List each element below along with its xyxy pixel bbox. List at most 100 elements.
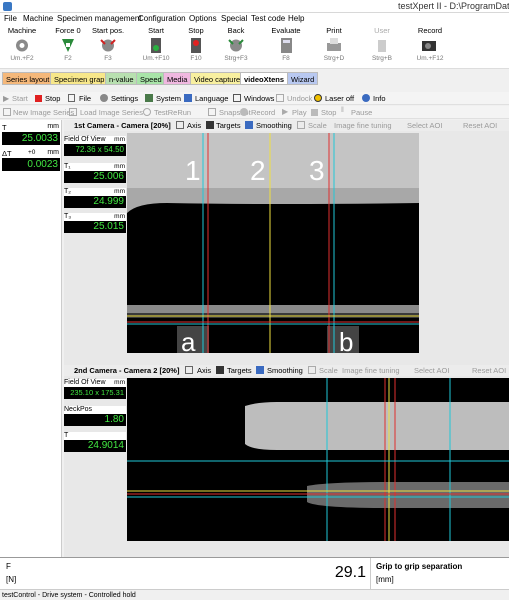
- print-button[interactable]: Print Strg+D: [312, 25, 356, 69]
- stop-square-icon: [35, 95, 42, 102]
- record-tool[interactable]: Record: [251, 108, 275, 117]
- settings-tool[interactable]: Settings: [111, 94, 138, 103]
- machine-button[interactable]: Machine Um.+F2: [0, 25, 44, 69]
- menu-test-code[interactable]: Test code: [251, 14, 285, 23]
- camera2-smoothing-button[interactable]: Smoothing: [267, 366, 303, 375]
- camera1-targets-button[interactable]: Targets: [216, 121, 241, 130]
- delta-t-unit: mm: [47, 149, 59, 156]
- back-key: Strg+F3: [224, 55, 248, 62]
- menu-options[interactable]: Options: [189, 14, 217, 23]
- camera1-t1-value: 25.006: [64, 171, 126, 183]
- back-button[interactable]: Back Strg+F3: [214, 25, 258, 69]
- play-tool[interactable]: Play: [292, 108, 307, 117]
- tab-videoxtens[interactable]: videoXtens: [240, 72, 289, 85]
- record-button[interactable]: Record Um.+F12: [408, 25, 452, 69]
- tab-media[interactable]: Media: [163, 72, 192, 85]
- fov-label: Field Of View: [64, 379, 106, 386]
- window-title: testXpert II - D:\ProgramData\: [398, 1, 509, 11]
- camera1-fine-tuning-button[interactable]: Image fine tuning: [334, 121, 392, 130]
- record-key: Um.+F12: [416, 55, 444, 62]
- snapshot-icon: [208, 108, 216, 116]
- menu-file[interactable]: File: [4, 14, 17, 23]
- camera1-axis-button[interactable]: Axis: [187, 121, 201, 130]
- fov-unit: mm: [114, 136, 125, 143]
- grip-a-label: a: [181, 327, 196, 353]
- camera2-header: 2nd Camera - Camera 2 [20%] Axis Targets…: [64, 365, 509, 376]
- scale-icon: [297, 121, 305, 129]
- user-button[interactable]: User Strg+B: [360, 25, 404, 69]
- camera2-fine-tuning-button[interactable]: Image fine tuning: [342, 366, 400, 375]
- grip-separation-unit: [mm]: [376, 575, 394, 584]
- camera1-smoothing-button[interactable]: Smoothing: [256, 121, 292, 130]
- evaluate-key: F8: [282, 55, 290, 62]
- camera1-reset-aoi-button[interactable]: Reset AOI: [463, 121, 497, 130]
- camera1-select-aoi-button[interactable]: Select AOI: [407, 121, 442, 130]
- record-dot-icon: [240, 108, 248, 116]
- start-pos-key: F3: [104, 55, 112, 62]
- menu-specimen-management[interactable]: Specimen management: [57, 14, 142, 23]
- test-rerun-button[interactable]: TestReRun: [154, 108, 191, 117]
- start-key: Um.+F10: [142, 55, 170, 62]
- camera1-scale-button[interactable]: Scale: [308, 121, 327, 130]
- undock-tool[interactable]: Undock: [287, 94, 312, 103]
- windows-tool[interactable]: Windows: [244, 94, 274, 103]
- menu-help[interactable]: Help: [288, 14, 304, 23]
- camera2-targets-button[interactable]: Targets: [227, 366, 252, 375]
- camera2-axis-button[interactable]: Axis: [197, 366, 211, 375]
- start-pos-button[interactable]: Start pos. F3: [86, 25, 130, 69]
- camera1-image[interactable]: 1 2 3 a b: [127, 133, 419, 353]
- menu-special[interactable]: Special: [221, 14, 247, 23]
- laser-tool[interactable]: Laser off: [325, 94, 354, 103]
- tab-wizard[interactable]: Wizard: [287, 72, 319, 85]
- stop-tool-icon: [311, 109, 318, 116]
- start-button[interactable]: Start Um.+F10: [134, 25, 178, 69]
- stop-playback-tool[interactable]: Stop: [321, 108, 336, 117]
- camera1-header: 1st Camera - Camera [20%] Axis Targets S…: [64, 120, 509, 131]
- t2-unit: mm: [114, 188, 125, 195]
- t1-unit: mm: [114, 163, 125, 170]
- menu-configuration[interactable]: Configuration: [138, 14, 186, 23]
- force0-button[interactable]: Force 0 F2: [46, 25, 90, 69]
- start-tool[interactable]: Start: [12, 94, 28, 103]
- tab-speed[interactable]: Speed: [136, 72, 166, 85]
- evaluate-button[interactable]: Evaluate F8: [264, 25, 308, 69]
- pause-tool[interactable]: Pause: [351, 108, 372, 117]
- new-image-series-button[interactable]: New Image Series: [13, 108, 74, 117]
- file-tool[interactable]: File: [79, 94, 91, 103]
- t-label: T: [2, 123, 7, 132]
- force-zero-icon: [57, 37, 79, 54]
- camera2-scale-button[interactable]: Scale: [319, 366, 338, 375]
- tab-series-layout[interactable]: Series layout: [2, 72, 54, 85]
- delta-t-display: ΔT +0 mm 0.0023: [2, 149, 60, 171]
- stop-button[interactable]: Stop F10: [174, 25, 218, 69]
- tab-n-value[interactable]: n-value: [105, 72, 138, 85]
- stop-tool[interactable]: Stop: [45, 94, 60, 103]
- camera2-image[interactable]: [127, 378, 509, 541]
- stop-key: F10: [190, 55, 202, 62]
- menu-machine[interactable]: Machine: [23, 14, 53, 23]
- tab-video-capture[interactable]: Video capture: [190, 72, 245, 85]
- t1-label: T₁: [64, 163, 71, 170]
- camera1-t3-display: T₃ mm 25.015: [64, 213, 126, 233]
- laser-icon: [314, 94, 322, 102]
- undock-icon: [276, 94, 284, 102]
- camera2-reset-aoi-button[interactable]: Reset AOI: [472, 366, 506, 375]
- play-icon: ▶: [3, 94, 10, 103]
- grip-b-label: b: [339, 327, 354, 353]
- marker-2-label: 2: [250, 155, 266, 186]
- marker-3-label: 3: [309, 155, 325, 186]
- tab-specimen-graph[interactable]: Specimen graph: [50, 72, 113, 85]
- stop-label: Stop: [188, 26, 204, 35]
- load-image-series-button[interactable]: Load Image Series: [80, 108, 143, 117]
- language-tool[interactable]: Language: [195, 94, 228, 103]
- targets-icon: [216, 366, 224, 374]
- camera1-t2-value: 24.999: [64, 196, 126, 208]
- user-icon: [371, 37, 393, 54]
- camera2-select-aoi-button[interactable]: Select AOI: [414, 366, 449, 375]
- info-tool[interactable]: Info: [373, 94, 386, 103]
- grip-separation-value: 29.1: [334, 564, 366, 581]
- measurement-bar: F [N] 29.1 Grip to grip separation [mm]: [0, 557, 509, 590]
- system-tool[interactable]: System: [156, 94, 181, 103]
- windows-icon: [233, 94, 241, 102]
- title-bar: testXpert II - D:\ProgramData\: [0, 0, 509, 13]
